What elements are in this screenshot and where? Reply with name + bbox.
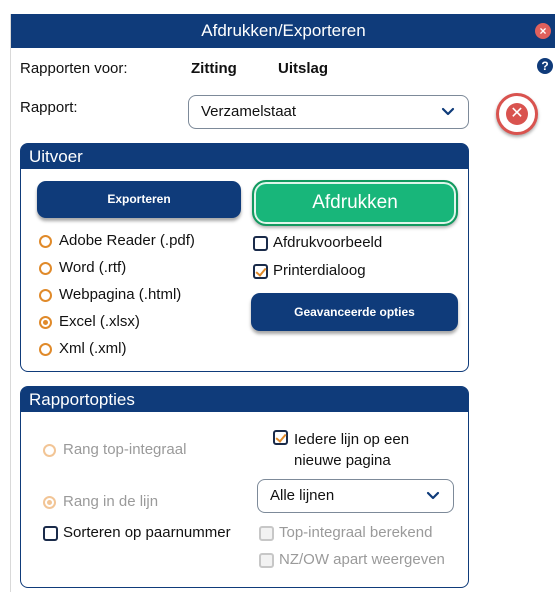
- report-label: Rapport:: [20, 99, 78, 116]
- format-xlsx-label: Excel (.xlsx): [59, 313, 140, 330]
- print-export-dialog: Afdrukken/Exporteren × Rapporten voor: Z…: [10, 14, 555, 592]
- output-panel-title: Uitvoer: [21, 144, 468, 169]
- radio-rtf[interactable]: [39, 262, 52, 275]
- nz-ow-separate-label: NZ/OW apart weergeven: [279, 551, 445, 568]
- printer-dialog-label: Printerdialoog: [273, 262, 366, 279]
- top-integral-calculated-label: Top-integraal berekend: [279, 524, 433, 541]
- format-rtf-label: Word (.rtf): [59, 259, 127, 276]
- radio-xml[interactable]: [39, 343, 52, 356]
- export-button[interactable]: Exporteren: [37, 181, 241, 218]
- report-select-value: Verzamelstaat: [201, 103, 297, 120]
- close-icon[interactable]: ×: [535, 23, 551, 39]
- chevron-down-icon: [426, 491, 440, 500]
- lines-select-value: Alle lijnen: [270, 487, 335, 504]
- nz-ow-separate-checkbox[interactable]: [259, 553, 274, 568]
- format-html-label: Webpagina (.html): [59, 286, 182, 303]
- radio-xlsx[interactable]: [39, 316, 52, 329]
- dialog-title: Afdrukken/Exporteren: [201, 21, 366, 40]
- sort-pair-number-label: Sorteren op paarnummer: [63, 524, 231, 541]
- radio-rank-top-integral[interactable]: [43, 444, 56, 457]
- each-line-new-page-label: Iedere lijn op een nieuwe pagina: [294, 431, 410, 469]
- print-preview-checkbox[interactable]: [253, 236, 268, 251]
- radio-pdf[interactable]: [39, 235, 52, 248]
- print-preview-label: Afdrukvoorbeeld: [273, 234, 383, 251]
- sort-pair-number-checkbox[interactable]: [43, 526, 58, 541]
- rank-top-integral-label: Rang top-integraal: [63, 441, 187, 458]
- title-bar: Afdrukken/Exporteren ×: [11, 14, 555, 48]
- lines-select[interactable]: Alle lijnen: [257, 479, 454, 513]
- format-pdf-label: Adobe Reader (.pdf): [59, 232, 195, 249]
- output-panel: Uitvoer Exporteren Afdrukken Adobe Reade…: [20, 143, 469, 372]
- reports-for-label: Rapporten voor:: [20, 60, 128, 77]
- each-line-new-page-checkbox[interactable]: [273, 430, 288, 445]
- report-options-panel: Rapportopties Rang top-integraal Iedere …: [20, 386, 469, 588]
- format-xml-label: Xml (.xml): [59, 340, 127, 357]
- advanced-options-button[interactable]: Geavanceerde opties: [251, 293, 458, 331]
- printer-dialog-checkbox[interactable]: [253, 264, 268, 279]
- print-button[interactable]: Afdrukken: [252, 180, 458, 226]
- close-circle-icon: ✕: [506, 103, 528, 125]
- chevron-down-icon: [441, 107, 455, 116]
- result-label: Uitslag: [278, 60, 329, 77]
- help-icon[interactable]: ?: [537, 58, 553, 74]
- rank-in-line-label: Rang in de lijn: [63, 493, 159, 510]
- report-options-title: Rapportopties: [21, 387, 468, 412]
- top-integral-calculated-checkbox[interactable]: [259, 526, 274, 541]
- radio-html[interactable]: [39, 289, 52, 302]
- radio-rank-in-line[interactable]: [43, 496, 56, 509]
- cancel-close-button[interactable]: ✕: [496, 93, 538, 135]
- report-select[interactable]: Verzamelstaat: [188, 95, 469, 129]
- session-label: Zitting: [191, 60, 237, 77]
